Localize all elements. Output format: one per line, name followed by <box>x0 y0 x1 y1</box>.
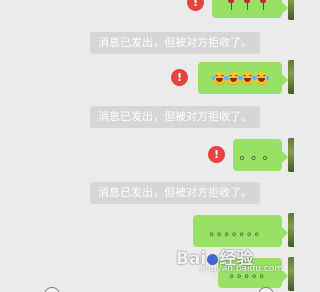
avatar[interactable] <box>288 257 294 291</box>
rose-icon <box>259 0 267 10</box>
watermark-site: jingyan.baidu.com <box>200 264 284 274</box>
chat-screen: ! 消息已发出，但被对方拒收了。 ! 消息已发出，但被对方拒收了。 ! 。。。 … <box>0 0 294 292</box>
voice-button[interactable] <box>44 287 60 292</box>
rejected-notice: 消息已发出，但被对方拒收了。 <box>90 32 260 54</box>
laughing-tears-emoji <box>253 71 269 85</box>
rose-icon <box>227 0 235 10</box>
error-icon[interactable]: ! <box>171 69 188 86</box>
message-bubble-text[interactable]: 。。。 <box>233 139 288 171</box>
error-icon[interactable]: ! <box>208 146 225 163</box>
error-icon[interactable]: ! <box>187 0 204 11</box>
laughing-tears-emoji <box>225 71 241 85</box>
laughing-tears-emoji <box>211 71 227 85</box>
rejected-notice: 消息已发出，但被对方拒收了。 <box>90 182 260 204</box>
message-bubble-text[interactable]: 。。。。。。。 <box>193 215 288 247</box>
avatar[interactable] <box>288 138 294 172</box>
message-bubble-emoji[interactable] <box>198 62 288 94</box>
avatar[interactable] <box>288 213 294 247</box>
avatar[interactable] <box>288 60 294 94</box>
avatar[interactable] <box>288 0 294 20</box>
message-bubble-flowers[interactable] <box>212 0 288 18</box>
laughing-tears-emoji <box>239 71 255 85</box>
message-text: 。。。 <box>239 147 281 163</box>
message-text: 。。。。。。。 <box>209 224 268 238</box>
rose-icon <box>243 0 251 10</box>
rejected-notice: 消息已发出，但被对方拒收了。 <box>90 106 260 128</box>
